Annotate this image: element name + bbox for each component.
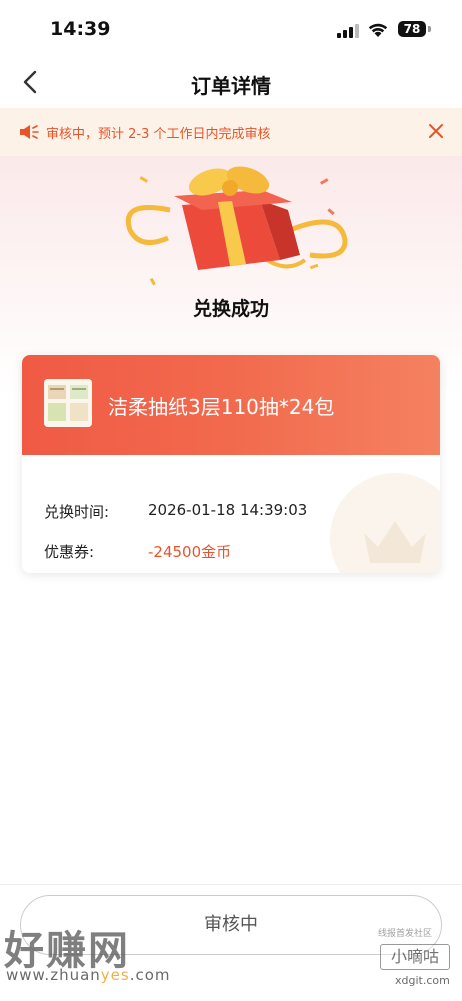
product-image-icon <box>44 379 92 427</box>
watermark-url-part-b: yes <box>100 966 130 984</box>
coupon-label: 优惠券: <box>44 543 95 561</box>
product-name: 洁柔抽纸3层110抽*24包 <box>108 395 335 419</box>
speaker-icon <box>20 125 39 139</box>
notice-text: 审核中，预计 2-3 个工作日内完成审核 <box>46 127 271 142</box>
status-time: 14:39 <box>50 18 111 40</box>
success-title: 兑换成功 <box>192 298 269 320</box>
battery-indicator: 78 <box>398 21 426 37</box>
watermark-right-caption: 线报首发社区 <box>378 929 433 939</box>
watermark-right-url: xdgit.com <box>395 974 450 987</box>
watermark-url-part-c: .com <box>129 966 171 984</box>
product-thumbnail <box>44 379 92 427</box>
close-icon[interactable] <box>427 122 445 140</box>
order-card: 洁柔抽纸3层110抽*24包 兑换时间: 2026-01-18 14:39:03… <box>22 355 440 573</box>
status-bar: 14:39 78 <box>0 0 462 60</box>
watermark-url-part-a: www.zhuan <box>6 966 101 984</box>
watermark-left-url: www.zhuanyes.com <box>6 966 171 984</box>
order-card-header: 洁柔抽纸3层110抽*24包 <box>22 355 440 455</box>
redeem-time-value: 2026-01-18 14:39:03 <box>148 501 308 519</box>
signal-icon <box>337 24 359 38</box>
crown-watermark-icon <box>330 473 440 573</box>
gift-box-icon <box>126 166 348 286</box>
page-title: 订单详情 <box>191 74 271 98</box>
coupon-value: -24500金币 <box>148 543 232 561</box>
nav-bar: 订单详情 <box>0 60 462 106</box>
review-notice-banner: 审核中，预计 2-3 个工作日内完成审核 <box>0 108 462 156</box>
watermark-right-main: 小嘀咕 <box>380 944 450 970</box>
redeem-time-label: 兑换时间: <box>44 503 110 521</box>
battery-tip <box>428 26 431 32</box>
wifi-icon <box>368 23 388 37</box>
